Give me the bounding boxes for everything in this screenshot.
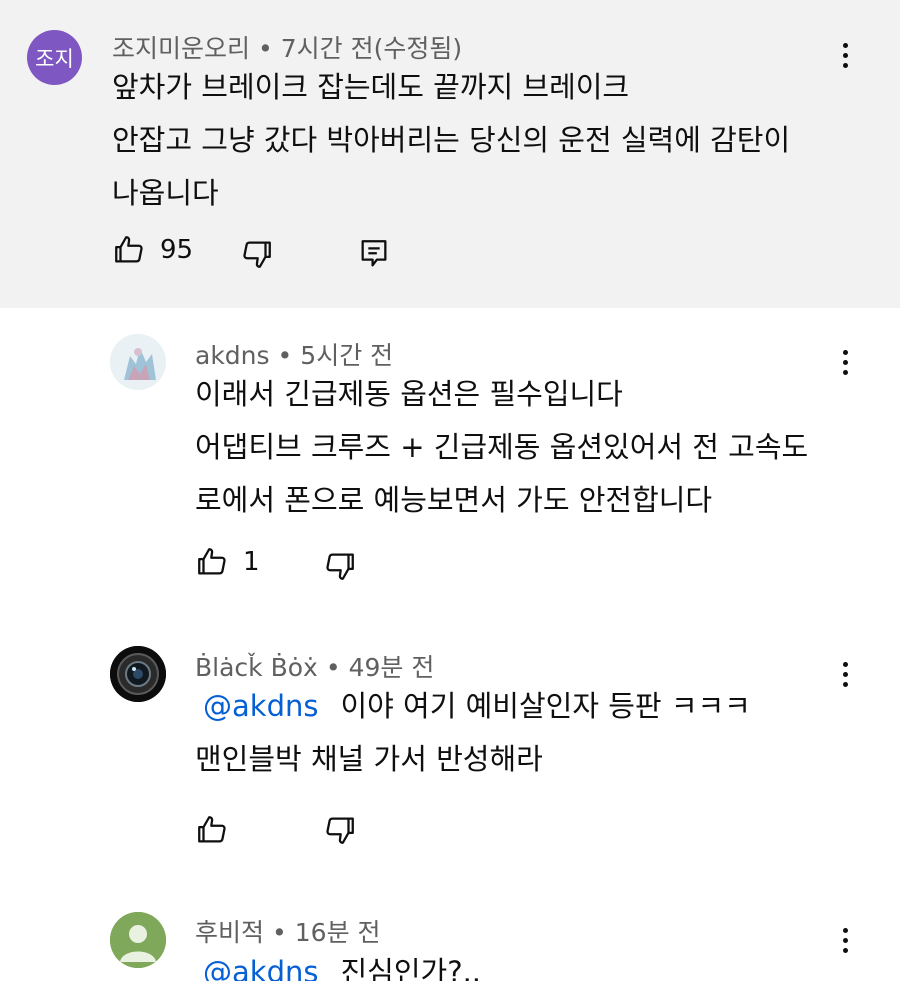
comment-text: 앞차가 브레이크 잡는데도 끝까지 브레이크 안잡고 그냥 갔다 박아버리는 당… (112, 61, 790, 220)
reply-icon (361, 240, 387, 267)
reply-button[interactable] (357, 237, 391, 271)
comment-line: 어댑티브 크루즈 + 긴급제동 옵션있어서 전 고속도 (195, 430, 809, 464)
separator: • (272, 918, 287, 947)
default-avatar-icon (110, 912, 166, 968)
comment-actions: 95 (112, 233, 412, 273)
like-button[interactable] (195, 813, 229, 847)
comment-meta: Ḃlȧcǩ Ḃȯẋ • 49분 전 (195, 648, 434, 684)
comment-meta: 후비적 • 16분 전 (195, 913, 381, 949)
comment-line: 앞차가 브레이크 잡는데도 끝까지 브레이크 (112, 70, 630, 104)
avatar[interactable] (110, 912, 166, 968)
thumbs-up-icon (198, 548, 226, 575)
thumbs-down-icon (326, 817, 354, 844)
dislike-button[interactable] (323, 549, 357, 583)
avatar[interactable] (110, 334, 166, 390)
comment-line: 로에서 폰으로 예능보면서 가도 안전합니다 (195, 483, 713, 517)
more-vert-icon[interactable] (830, 654, 860, 694)
thumbs-up-icon (198, 816, 226, 843)
comment-meta: 조지미운오리 • 7시간 전(수정됨) (112, 29, 462, 65)
comment-thread: 조지 조지미운오리 • 7시간 전(수정됨) 앞차가 브레이크 잡는데도 끝까지 브… (0, 0, 900, 308)
timestamp[interactable]: 5시간 전 (300, 341, 393, 370)
comment-line: @akdns 이야 여기 예비살인자 등판 ㅋㅋㅋ (203, 680, 751, 733)
comment-actions: 1 (195, 545, 395, 585)
author-name[interactable]: Ḃlȧcǩ Ḃȯẋ (195, 653, 318, 682)
comment-line: 맨인블박 채널 가서 반성해라 (195, 742, 543, 776)
comment-line: 안잡고 그냥 갔다 박아버리는 당신의 운전 실력에 감탄이 (112, 123, 791, 157)
avatar-image (110, 646, 166, 702)
dislike-button[interactable] (323, 813, 357, 847)
comment-text: 이래서 긴급제동 옵션은 필수입니다 어댑티브 크루즈 + 긴급제동 옵션있어서… (195, 368, 808, 527)
avatar[interactable]: 조지 (27, 30, 82, 85)
more-vert-icon[interactable] (830, 35, 860, 75)
timestamp[interactable]: 49분 전 (349, 653, 435, 682)
dislike-button[interactable] (240, 237, 274, 271)
more-vert-icon[interactable] (830, 920, 860, 960)
comment-line: 나옵니다 (112, 176, 219, 210)
separator: • (258, 34, 273, 63)
thumbs-down-icon (326, 553, 354, 580)
comment-text: @akdns 진심인가?.. (203, 946, 481, 981)
avatar[interactable] (110, 646, 166, 702)
comment-line-text: 이야 여기 예비살인자 등판 ㅋㅋㅋ (340, 689, 751, 723)
like-count: 95 (160, 235, 194, 265)
timestamp[interactable]: 7시간 전(수정됨) (281, 34, 462, 63)
author-name[interactable]: 조지미운오리 (112, 34, 250, 63)
comment-actions (195, 813, 395, 853)
avatar-image (110, 334, 166, 390)
comment-text: @akdns 이야 여기 예비살인자 등판 ㅋㅋㅋ 맨인블박 채널 가서 반성해라 (195, 680, 751, 786)
like-button[interactable]: 95 (112, 233, 193, 267)
separator: • (325, 653, 341, 682)
mention-link[interactable]: @akdns (203, 689, 318, 723)
thumbs-up-icon (115, 236, 143, 263)
separator: • (277, 341, 293, 370)
comment-line: 이래서 긴급제동 옵션은 필수입니다 (195, 377, 623, 411)
timestamp[interactable]: 16분 전 (295, 918, 381, 947)
like-button[interactable]: 1 (195, 545, 260, 579)
comment-line: @akdns 진심인가?.. (203, 946, 481, 981)
reply-thread: akdns • 5시간 전 이래서 긴급제동 옵션은 필수입니다 어댑티브 크루즈 … (0, 308, 900, 620)
avatar-initials: 조지 (35, 46, 74, 71)
author-name[interactable]: 후비적 (195, 918, 264, 947)
author-name[interactable]: akdns (195, 341, 270, 370)
like-count: 1 (243, 547, 260, 577)
more-vert-icon[interactable] (830, 342, 860, 382)
comment-line-text: 진심인가?.. (340, 955, 482, 981)
reply-thread: 후비적 • 16분 전 @akdns 진심인가?.. (0, 892, 900, 981)
mention-link[interactable]: @akdns (203, 955, 318, 981)
comment-meta: akdns • 5시간 전 (195, 336, 393, 372)
thumbs-down-icon (243, 241, 271, 268)
reply-thread: Ḃlȧcǩ Ḃȯẋ • 49분 전 @akdns 이야 여기 예비살인자 등판 ㅋㅋㅋ… (0, 620, 900, 892)
